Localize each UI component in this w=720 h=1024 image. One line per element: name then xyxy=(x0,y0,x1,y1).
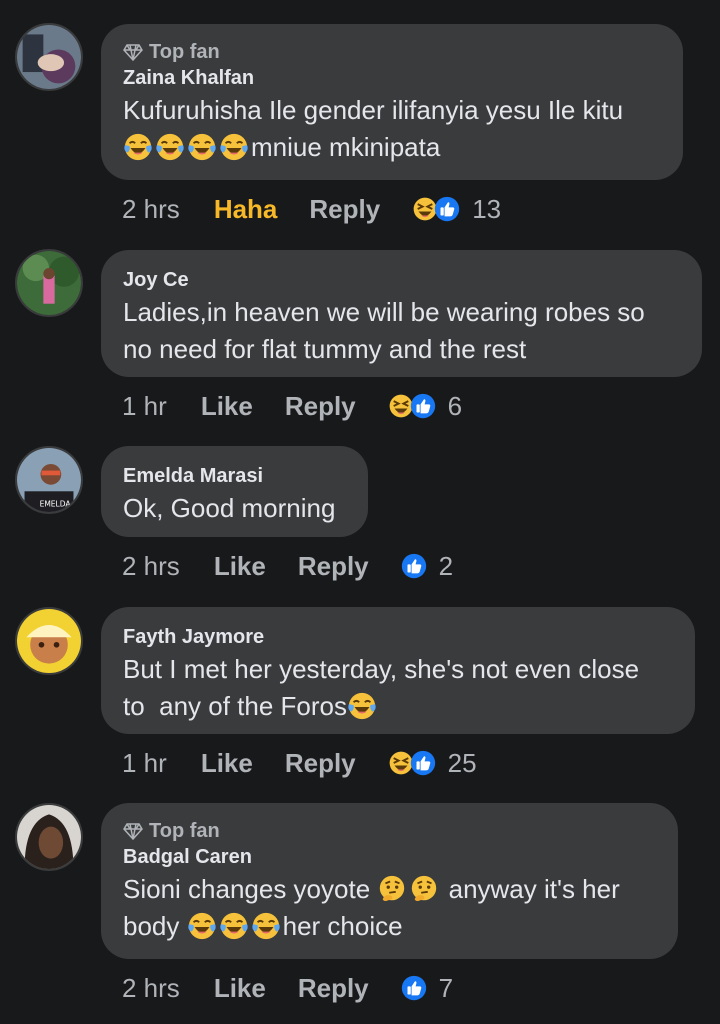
diamond-icon xyxy=(123,42,143,62)
comment-author[interactable]: Zaina Khalfan xyxy=(123,64,661,92)
reaction-count[interactable]: 2 xyxy=(439,551,453,582)
like-icon xyxy=(401,975,427,1001)
reply-button[interactable]: Reply xyxy=(298,973,369,1004)
comment-author[interactable]: Joy Ce xyxy=(123,266,680,294)
comment-text: But I met her yesterday, she's not even … xyxy=(123,654,640,721)
comment-actions: 1 hr Like Reply 6 xyxy=(122,386,462,426)
reaction-summary[interactable] xyxy=(412,196,460,222)
comment-time[interactable]: 1 hr xyxy=(122,391,167,422)
reply-button[interactable]: Reply xyxy=(298,551,369,582)
diamond-icon xyxy=(123,821,143,841)
tears-of-joy-emoji-icon xyxy=(187,132,217,162)
tears-of-joy-emoji-icon xyxy=(187,911,217,941)
tears-of-joy-emoji-icon xyxy=(251,911,281,941)
tears-of-joy-emoji-icon xyxy=(347,691,377,721)
comment-text: Kufuruhisha Ile gender ilifanyia yesu Il… xyxy=(123,95,624,162)
reaction-summary[interactable] xyxy=(401,553,427,579)
like-button[interactable]: Like xyxy=(201,748,253,779)
avatar[interactable] xyxy=(15,607,83,675)
comment-actions: 2 hrs Haha Reply 13 xyxy=(122,189,501,229)
comment-author[interactable]: Fayth Jaymore xyxy=(123,623,673,651)
comment-author[interactable]: Badgal Caren xyxy=(123,843,656,871)
svg-text:EMELDA: EMELDA xyxy=(40,499,72,508)
reaction-count[interactable]: 25 xyxy=(448,748,477,779)
like-icon xyxy=(410,393,436,419)
comment-bubble: Emelda Marasi Ok, Good morning xyxy=(101,446,368,537)
like-button[interactable]: Like xyxy=(214,551,266,582)
comment-bubble: Top fan Zaina Khalfan Kufuruhisha Ile ge… xyxy=(101,24,683,180)
like-icon xyxy=(434,196,460,222)
like-button[interactable]: Like xyxy=(214,973,266,1004)
tears-of-joy-emoji-icon xyxy=(219,132,249,162)
avatar[interactable] xyxy=(15,249,83,317)
thinking-face-emoji-icon xyxy=(409,874,439,904)
comment-bubble: Top fan Badgal Caren Sioni changes yoyot… xyxy=(101,803,678,959)
haha-reaction-button[interactable]: Haha xyxy=(214,194,278,225)
tears-of-joy-emoji-icon xyxy=(155,132,185,162)
like-icon xyxy=(401,553,427,579)
top-fan-badge: Top fan xyxy=(123,819,656,843)
comment-bubble: Fayth Jaymore But I met her yesterday, s… xyxy=(101,607,695,734)
tears-of-joy-emoji-icon xyxy=(219,911,249,941)
reaction-count[interactable]: 6 xyxy=(448,391,462,422)
comment-time[interactable]: 2 hrs xyxy=(122,551,180,582)
reply-button[interactable]: Reply xyxy=(285,748,356,779)
thinking-face-emoji-icon xyxy=(377,874,407,904)
avatar[interactable]: EMELDA xyxy=(15,446,83,514)
comment-time[interactable]: 2 hrs xyxy=(122,194,180,225)
comment-actions: 1 hr Like Reply 25 xyxy=(122,743,477,783)
reaction-summary[interactable] xyxy=(401,975,427,1001)
avatar[interactable] xyxy=(15,803,83,871)
comment-text: Ok, Good morning xyxy=(123,493,336,523)
top-fan-badge: Top fan xyxy=(123,40,661,64)
comment-author[interactable]: Emelda Marasi xyxy=(123,462,346,490)
reaction-summary[interactable] xyxy=(388,393,436,419)
comment-actions: 2 hrs Like Reply 2 xyxy=(122,546,453,586)
reply-button[interactable]: Reply xyxy=(309,194,380,225)
like-icon xyxy=(410,750,436,776)
reaction-summary[interactable] xyxy=(388,750,436,776)
tears-of-joy-emoji-icon xyxy=(123,132,153,162)
avatar[interactable] xyxy=(15,23,83,91)
comment-time[interactable]: 2 hrs xyxy=(122,973,180,1004)
reaction-count[interactable]: 13 xyxy=(472,194,501,225)
comment-actions: 2 hrs Like Reply 7 xyxy=(122,968,453,1008)
comment-text: Sioni changes yoyote anyway it's her bod… xyxy=(123,874,620,941)
reply-button[interactable]: Reply xyxy=(285,391,356,422)
like-button[interactable]: Like xyxy=(201,391,253,422)
comment-time[interactable]: 1 hr xyxy=(122,748,167,779)
reaction-count[interactable]: 7 xyxy=(439,973,453,1004)
comment-text: Ladies,in heaven we will be wearing robe… xyxy=(123,297,645,364)
comment-bubble: Joy Ce Ladies,in heaven we will be weari… xyxy=(101,250,702,377)
